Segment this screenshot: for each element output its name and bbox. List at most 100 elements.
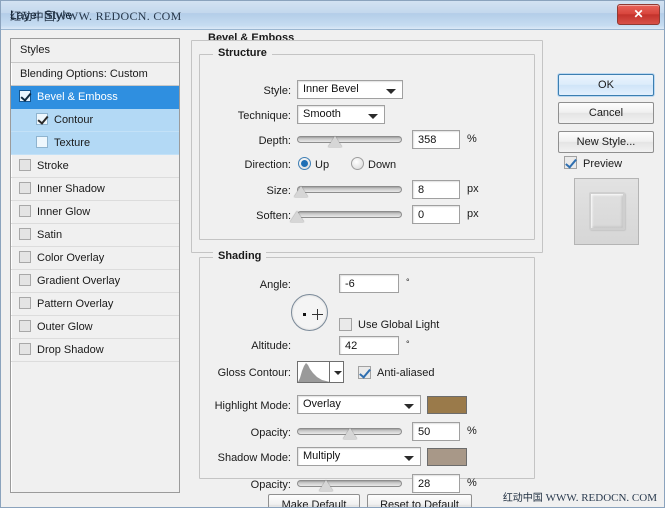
make-default-button[interactable]: Make Default bbox=[268, 494, 360, 507]
checkbox-use-global-light[interactable] bbox=[339, 318, 352, 331]
soften-input[interactable]: 0 bbox=[412, 205, 460, 224]
highlight-opacity-slider[interactable] bbox=[297, 424, 402, 440]
blending-options-row[interactable]: Blending Options: Custom bbox=[11, 63, 179, 86]
highlight-mode-dropdown[interactable]: Overlay bbox=[297, 395, 421, 414]
sidebar-item-inner-glow[interactable]: Inner Glow bbox=[11, 201, 179, 224]
sidebar-item-gradient-overlay[interactable]: Gradient Overlay bbox=[11, 270, 179, 293]
sidebar-item-satin[interactable]: Satin bbox=[11, 224, 179, 247]
title-bar[interactable]: Layer Style 红动中国WWW. REDOCN. COM ✕ bbox=[1, 1, 664, 30]
sidebar-item-inner-shadow[interactable]: Inner Shadow bbox=[11, 178, 179, 201]
checkbox-anti-aliased[interactable] bbox=[358, 366, 371, 379]
altitude-unit: ° bbox=[406, 339, 410, 349]
sidebar-item-color-overlay[interactable]: Color Overlay bbox=[11, 247, 179, 270]
checkbox-pattern-overlay[interactable] bbox=[19, 297, 31, 309]
shadow-opacity-slider[interactable] bbox=[297, 476, 402, 492]
direction-down-label: Down bbox=[368, 159, 397, 171]
soften-value: 0 bbox=[418, 209, 425, 221]
checkbox-drop-shadow[interactable] bbox=[19, 343, 31, 355]
angle-unit: ° bbox=[406, 277, 410, 287]
size-slider[interactable] bbox=[294, 182, 402, 198]
sidebar-item-label: Gradient Overlay bbox=[37, 275, 121, 287]
direction-up-label: Up bbox=[315, 159, 330, 171]
highlight-mode-value: Overlay bbox=[303, 398, 341, 410]
altitude-value: 42 bbox=[345, 340, 358, 352]
style-value: Inner Bevel bbox=[303, 83, 359, 95]
chevron-down-icon bbox=[404, 404, 414, 409]
angle-dial[interactable] bbox=[291, 294, 328, 331]
preview-checkbox-row[interactable]: Preview bbox=[564, 156, 622, 170]
angle-input[interactable]: -6 bbox=[339, 274, 399, 293]
shadow-mode-dropdown[interactable]: Multiply bbox=[297, 447, 421, 466]
bottom-watermark-url: WWW. REDOCN. COM bbox=[545, 492, 657, 504]
sidebar-item-texture[interactable]: Texture bbox=[11, 132, 179, 155]
new-style-button[interactable]: New Style... bbox=[558, 131, 654, 153]
checkbox-inner-glow[interactable] bbox=[19, 205, 31, 217]
checkbox-inner-shadow[interactable] bbox=[19, 182, 31, 194]
highlight-color-swatch[interactable] bbox=[427, 396, 467, 414]
highlight-opacity-unit: % bbox=[467, 425, 477, 437]
checkbox-contour[interactable] bbox=[36, 113, 48, 125]
gloss-contour-label: Gloss Contour: bbox=[217, 367, 291, 379]
gloss-contour-dropdown-arrow[interactable] bbox=[329, 362, 343, 382]
size-unit: px bbox=[467, 183, 479, 195]
shadow-mode-label: Shadow Mode: bbox=[217, 452, 291, 464]
size-input[interactable]: 8 bbox=[412, 180, 460, 199]
depth-input[interactable]: 358 bbox=[412, 130, 460, 149]
depth-label: Depth: bbox=[258, 135, 291, 147]
shadow-opacity-thumb[interactable] bbox=[319, 480, 334, 491]
checkbox-outer-glow[interactable] bbox=[19, 320, 31, 332]
ok-button[interactable]: OK bbox=[558, 74, 654, 96]
shadow-opacity-track bbox=[297, 480, 402, 487]
soften-slider[interactable] bbox=[290, 207, 402, 223]
cancel-button[interactable]: Cancel bbox=[558, 102, 654, 124]
technique-value: Smooth bbox=[303, 108, 341, 120]
bottom-watermark: 红动中国 WWW. REDOCN. COM bbox=[503, 489, 657, 504]
gloss-curve-icon bbox=[298, 362, 330, 382]
chevron-down-icon bbox=[386, 89, 396, 94]
soften-unit: px bbox=[467, 208, 479, 220]
sidebar-item-label: Texture bbox=[54, 137, 91, 149]
bottom-watermark-cn: 红动中国 bbox=[502, 493, 543, 504]
highlight-mode-label: Highlight Mode: bbox=[214, 400, 291, 412]
reset-to-default-button[interactable]: Reset to Default bbox=[367, 494, 472, 507]
shadow-opacity-input[interactable]: 28 bbox=[412, 474, 460, 493]
checkbox-satin[interactable] bbox=[19, 228, 31, 240]
checkbox-bevel-emboss[interactable] bbox=[19, 90, 31, 102]
checkbox-color-overlay[interactable] bbox=[19, 251, 31, 263]
use-global-light-label: Use Global Light bbox=[358, 319, 440, 331]
highlight-opacity-thumb[interactable] bbox=[342, 428, 357, 439]
technique-dropdown[interactable]: Smooth bbox=[297, 105, 385, 124]
sidebar-item-contour[interactable]: Contour bbox=[11, 109, 179, 132]
depth-slider[interactable] bbox=[297, 132, 402, 148]
style-dropdown[interactable]: Inner Bevel bbox=[297, 80, 403, 99]
soften-slider-thumb[interactable] bbox=[290, 211, 304, 222]
sidebar-item-label: Inner Shadow bbox=[37, 183, 105, 195]
preview-thumbnail bbox=[574, 178, 639, 245]
checkbox-preview[interactable] bbox=[564, 156, 577, 169]
depth-slider-thumb[interactable] bbox=[327, 136, 342, 147]
checkbox-gradient-overlay[interactable] bbox=[19, 274, 31, 286]
structure-legend: Structure bbox=[213, 47, 272, 59]
radio-direction-up[interactable] bbox=[298, 157, 311, 170]
checkbox-texture[interactable] bbox=[36, 136, 48, 148]
sidebar-item-label: Outer Glow bbox=[37, 321, 93, 333]
size-slider-thumb[interactable] bbox=[294, 186, 309, 197]
sidebar-item-drop-shadow[interactable]: Drop Shadow bbox=[11, 339, 179, 362]
shadow-color-swatch[interactable] bbox=[427, 448, 467, 466]
sidebar-item-label: Pattern Overlay bbox=[37, 298, 114, 310]
gloss-contour-picker[interactable] bbox=[297, 361, 344, 383]
close-icon[interactable]: ✕ bbox=[617, 4, 660, 25]
shadow-opacity-value: 28 bbox=[418, 478, 431, 490]
dialog-body: Styles Blending Options: Custom Bevel & … bbox=[1, 30, 664, 507]
sidebar-item-bevel-emboss[interactable]: Bevel & Emboss bbox=[11, 86, 179, 109]
altitude-input[interactable]: 42 bbox=[339, 336, 399, 355]
watermark-cn-text: 红动中国 bbox=[10, 10, 56, 23]
sidebar-item-label: Satin bbox=[37, 229, 63, 241]
checkbox-stroke[interactable] bbox=[19, 159, 31, 171]
sidebar-item-outer-glow[interactable]: Outer Glow bbox=[11, 316, 179, 339]
sidebar-item-pattern-overlay[interactable]: Pattern Overlay bbox=[11, 293, 179, 316]
radio-direction-down[interactable] bbox=[351, 157, 364, 170]
crosshair-icon bbox=[312, 309, 323, 320]
highlight-opacity-input[interactable]: 50 bbox=[412, 422, 460, 441]
sidebar-item-stroke[interactable]: Stroke bbox=[11, 155, 179, 178]
